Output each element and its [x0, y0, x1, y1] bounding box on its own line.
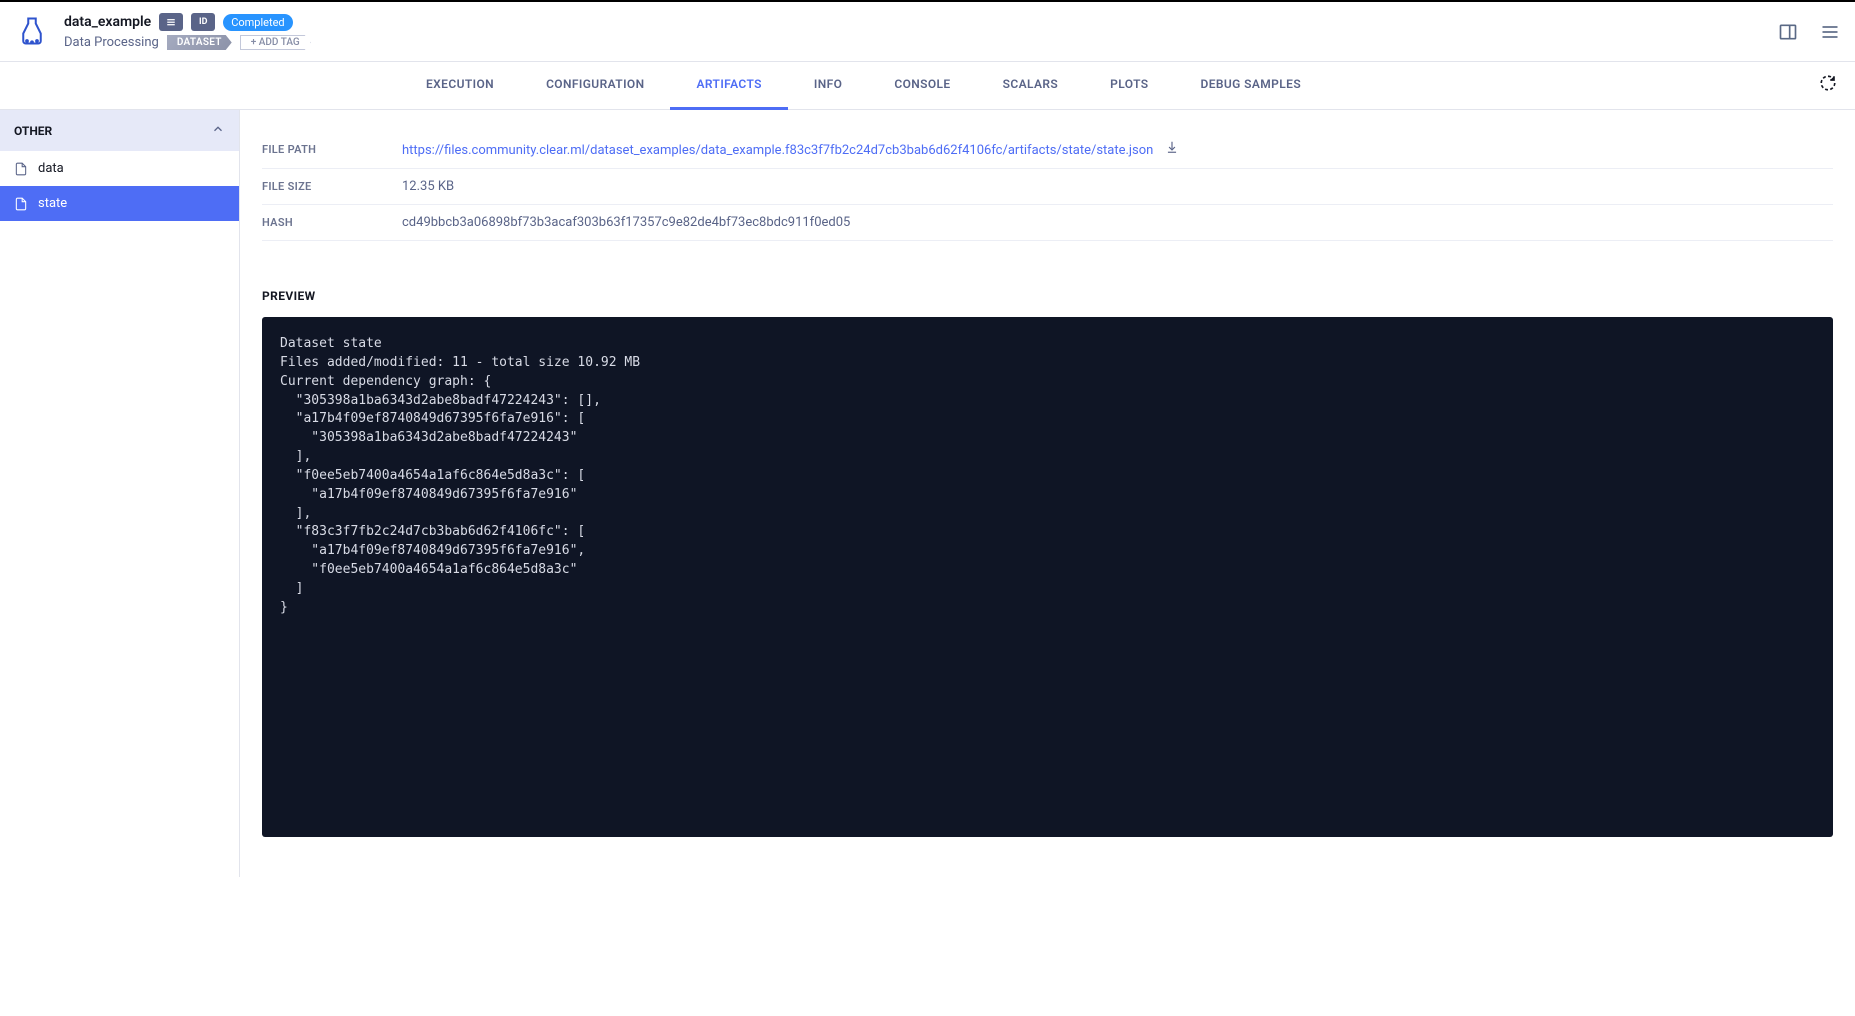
app-logo-icon	[14, 13, 50, 49]
menu-icon[interactable]	[1819, 21, 1841, 43]
meta-row-filesize: FILE SIZE 12.35 KB	[262, 169, 1833, 205]
subtitle-row: Data Processing DATASET + ADD TAG	[64, 35, 311, 50]
sidebar-item-label: state	[38, 196, 67, 211]
main-area: OTHER data state FILE PATH https://files…	[0, 110, 1855, 877]
status-badge: Completed	[223, 14, 292, 31]
tab-configuration[interactable]: CONFIGURATION	[520, 62, 670, 110]
header-right	[1777, 21, 1841, 43]
project-subtitle: Data Processing	[64, 35, 159, 50]
preview-content: Dataset state Files added/modified: 11 -…	[280, 335, 1815, 618]
id-button[interactable]: ID	[191, 13, 215, 31]
meta-label-filepath: FILE PATH	[262, 143, 402, 156]
title-block: data_example ID Completed Data Processin…	[64, 13, 311, 50]
dataset-chip: DATASET	[167, 35, 232, 50]
chevron-up-icon	[211, 122, 225, 139]
tab-info[interactable]: INFO	[788, 62, 868, 110]
tab-console[interactable]: CONSOLE	[868, 62, 976, 110]
meta-value-filesize: 12.35 KB	[402, 179, 454, 194]
sidebar-section-label: OTHER	[14, 124, 52, 138]
tabs-row: EXECUTION CONFIGURATION ARTIFACTS INFO C…	[0, 62, 1855, 110]
tab-artifacts[interactable]: ARTIFACTS	[670, 62, 787, 110]
tab-scalars[interactable]: SCALARS	[977, 62, 1085, 110]
refresh-button[interactable]	[1819, 74, 1837, 96]
file-icon	[14, 197, 28, 211]
meta-row-hash: HASH cd49bbcb3a06898bf73b3acaf303b63f173…	[262, 205, 1833, 241]
content-panel: FILE PATH https://files.community.clear.…	[240, 110, 1855, 877]
meta-label-filesize: FILE SIZE	[262, 180, 402, 193]
tab-execution[interactable]: EXECUTION	[400, 62, 520, 110]
panel-toggle-icon[interactable]	[1777, 21, 1799, 43]
download-icon[interactable]	[1165, 143, 1179, 158]
sidebar: OTHER data state	[0, 110, 240, 877]
title-row: data_example ID Completed	[64, 13, 311, 31]
header-bar: data_example ID Completed Data Processin…	[0, 0, 1855, 62]
sidebar-item-state[interactable]: state	[0, 186, 239, 221]
header-left: data_example ID Completed Data Processin…	[14, 13, 311, 50]
tab-plots[interactable]: PLOTS	[1084, 62, 1174, 110]
sidebar-section-other[interactable]: OTHER	[0, 110, 239, 151]
experiment-title: data_example	[64, 14, 151, 30]
meta-value-filepath[interactable]: https://files.community.clear.ml/dataset…	[402, 140, 1179, 158]
meta-value-hash: cd49bbcb3a06898bf73b3acaf303b63f17357c9e…	[402, 215, 850, 230]
meta-row-filepath: FILE PATH https://files.community.clear.…	[262, 130, 1833, 169]
add-tag-button[interactable]: + ADD TAG	[240, 35, 311, 50]
sidebar-item-data[interactable]: data	[0, 151, 239, 186]
preview-heading: PREVIEW	[262, 289, 1833, 303]
tab-debug-samples[interactable]: DEBUG SAMPLES	[1175, 62, 1328, 110]
list-view-button[interactable]	[159, 13, 183, 31]
preview-box: Dataset state Files added/modified: 11 -…	[262, 317, 1833, 837]
sidebar-item-label: data	[38, 161, 64, 176]
meta-label-hash: HASH	[262, 216, 402, 229]
file-icon	[14, 162, 28, 176]
